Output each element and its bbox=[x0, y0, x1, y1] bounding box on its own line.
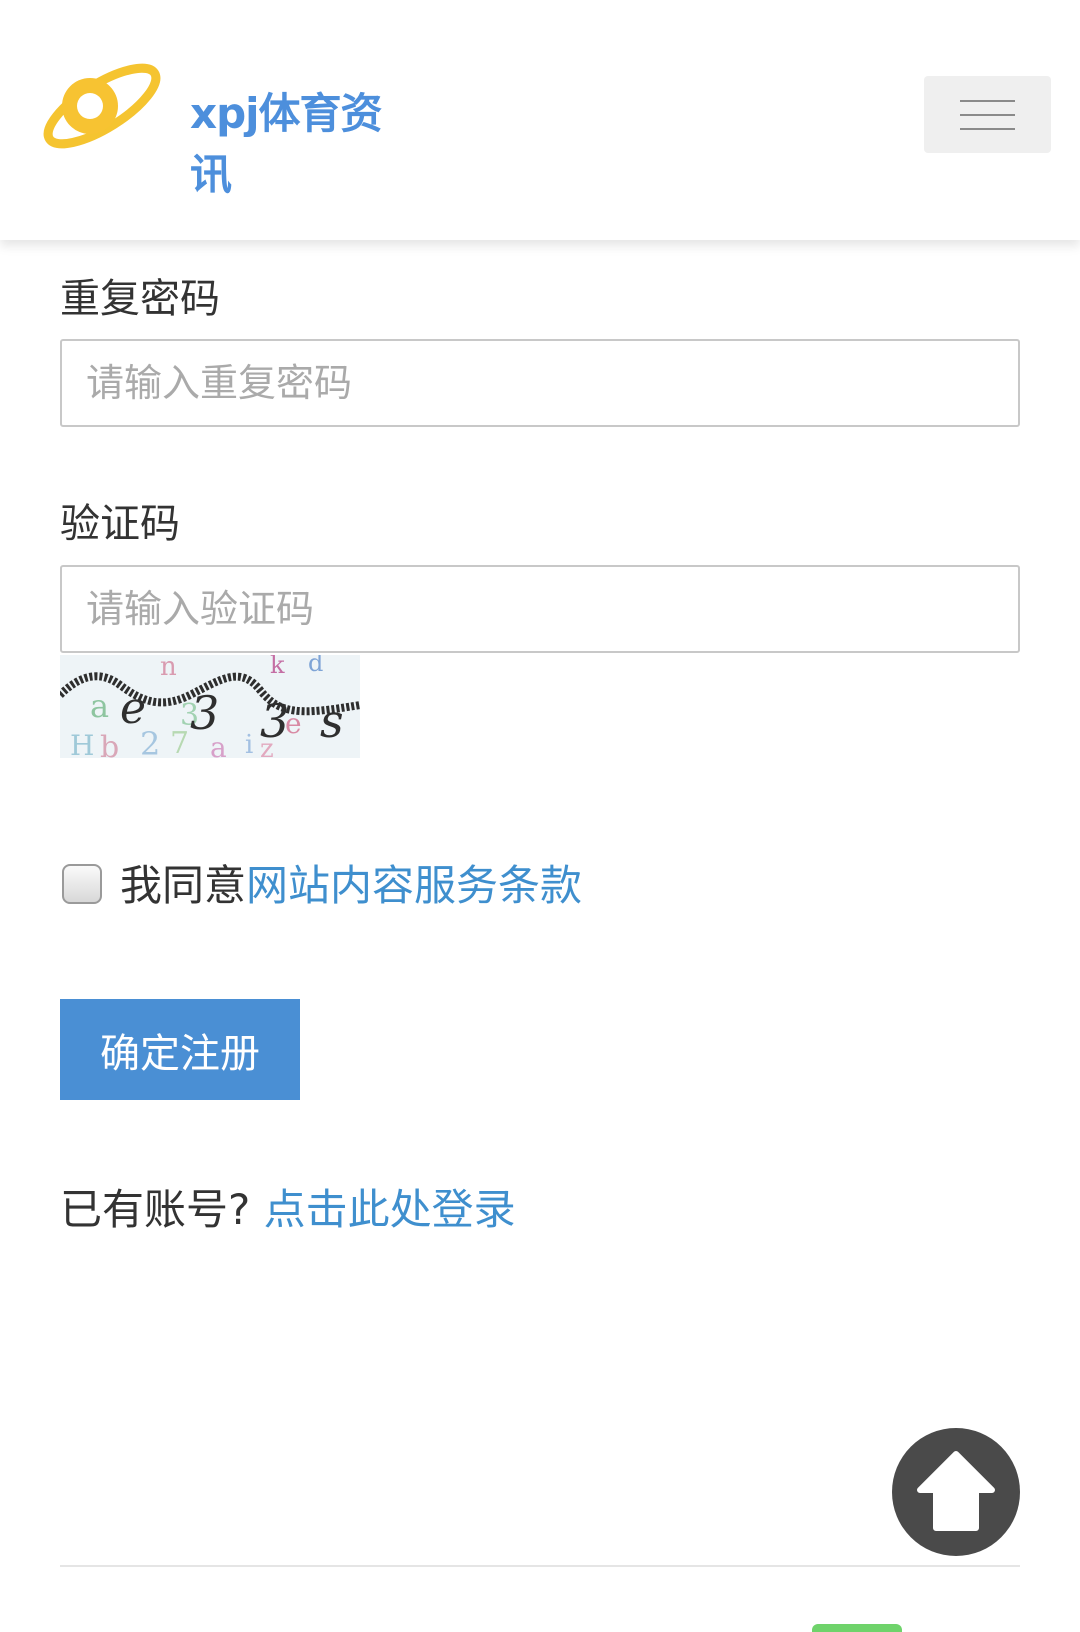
terms-prefix: 我同意 bbox=[120, 861, 247, 910]
arrow-up-circle-icon bbox=[892, 1428, 1020, 1556]
repeat-password-label: 重复密码 bbox=[60, 276, 220, 322]
logo-text: xpj体育资讯 bbox=[190, 89, 383, 199]
captcha-label: 验证码 bbox=[60, 501, 180, 547]
svg-text:7: 7 bbox=[170, 726, 189, 758]
hamburger-menu-icon-bar-2 bbox=[960, 114, 1015, 116]
svg-text:b: b bbox=[100, 730, 119, 758]
terms-checkbox[interactable] bbox=[62, 864, 102, 904]
svg-text:a: a bbox=[90, 687, 109, 725]
repeat-password-input[interactable] bbox=[60, 339, 1020, 427]
footer-partial-element bbox=[812, 1624, 902, 1632]
terms-agreement-text: 我同意网站内容服务条款 bbox=[120, 852, 582, 913]
svg-text:3: 3 bbox=[190, 686, 219, 740]
logo-orbit-icon bbox=[43, 63, 161, 149]
svg-text:3: 3 bbox=[260, 694, 289, 748]
svg-text:d: d bbox=[308, 655, 323, 677]
login-link[interactable]: 点击此处登录 bbox=[264, 1185, 516, 1234]
svg-text:n: n bbox=[160, 655, 177, 682]
captcha-input[interactable] bbox=[60, 565, 1020, 653]
terms-link[interactable]: 网站内容服务条款 bbox=[246, 861, 582, 910]
menu-toggle-button[interactable] bbox=[924, 76, 1051, 153]
svg-text:k: k bbox=[270, 655, 285, 679]
site-logo[interactable]: xpj体育资讯 bbox=[40, 52, 400, 199]
footer-divider bbox=[60, 1565, 1020, 1567]
svg-text:H: H bbox=[70, 729, 94, 758]
hamburger-menu-icon-bar-3 bbox=[960, 128, 1015, 130]
back-to-top-button[interactable] bbox=[892, 1428, 1020, 1556]
captcha-image[interactable]: n k d a 3 e H b 2 7 a i z e 3 3 s bbox=[60, 655, 360, 758]
site-header: xpj体育资讯 bbox=[0, 0, 1080, 240]
login-prompt-text: 已有账号? bbox=[60, 1185, 251, 1234]
hamburger-menu-icon-bar-1 bbox=[960, 100, 1015, 102]
login-prompt: 已有账号? 点击此处登录 bbox=[60, 1176, 516, 1237]
register-submit-button[interactable]: 确定注册 bbox=[60, 999, 300, 1100]
svg-text:e: e bbox=[120, 683, 146, 734]
svg-text:s: s bbox=[320, 694, 344, 748]
captcha-graphic: n k d a 3 e H b 2 7 a i z e 3 3 s bbox=[60, 655, 360, 758]
svg-text:i: i bbox=[245, 730, 253, 758]
